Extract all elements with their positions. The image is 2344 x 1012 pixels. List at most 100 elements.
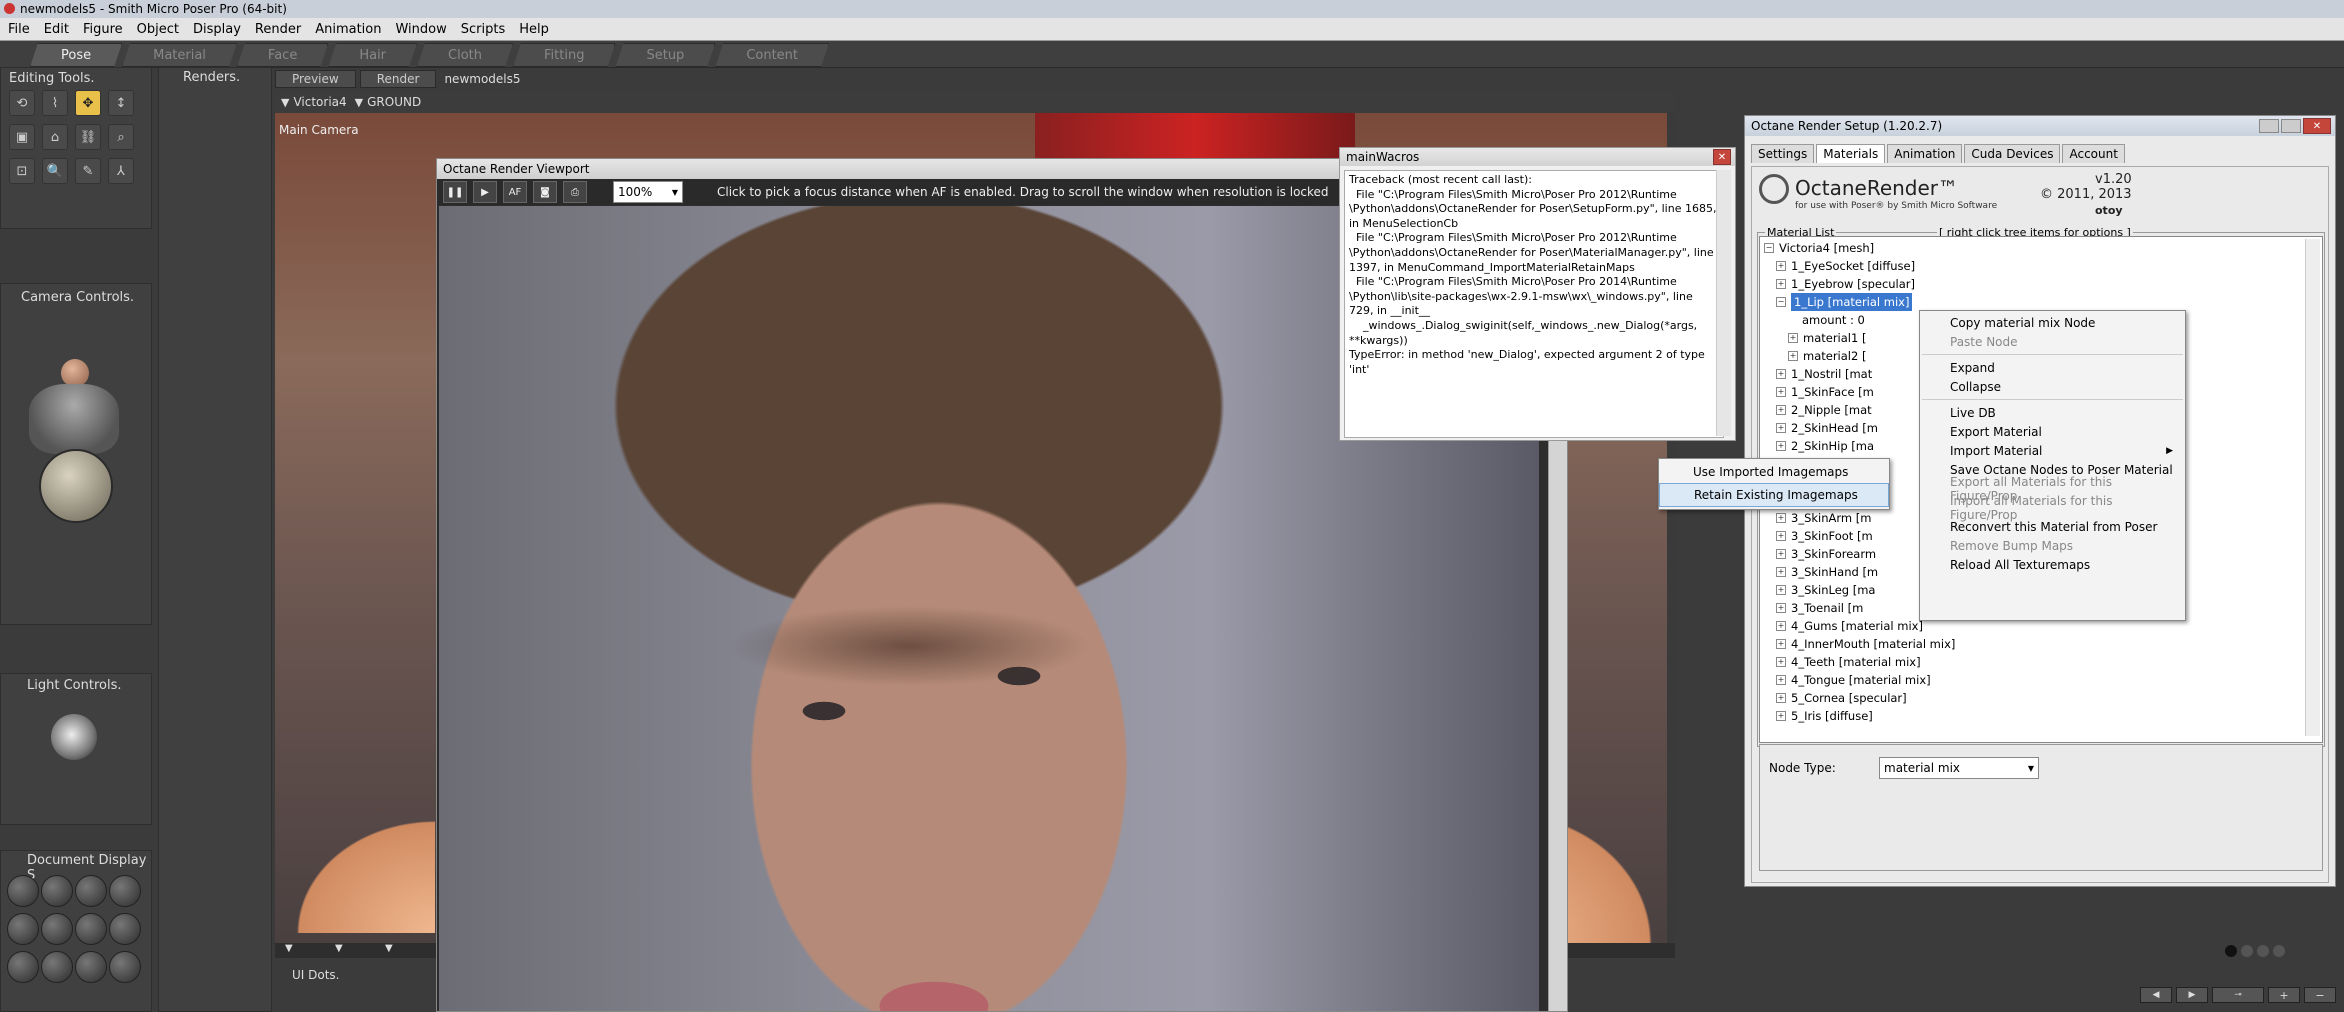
save-image-icon[interactable]: ⎙ [563, 181, 587, 203]
room-tab-hair[interactable]: Hair [328, 43, 417, 67]
dot-icon[interactable] [2257, 944, 2269, 957]
view-magnifier-icon[interactable]: 🔍 [42, 158, 68, 184]
context-menu-item[interactable]: Live DB [1920, 403, 2185, 422]
expand-icon[interactable]: + [1776, 513, 1786, 523]
tab-cuda-devices[interactable]: Cuda Devices [1964, 144, 2061, 163]
menu-retain-existing-imagemaps[interactable]: Retain Existing Imagemaps [1659, 483, 1889, 507]
expand-icon[interactable]: + [1776, 279, 1786, 289]
viewport-layout-arrow-icon[interactable]: ▼ [335, 943, 343, 954]
display-style-outline-icon[interactable] [41, 875, 73, 907]
tab-materials[interactable]: Materials [1816, 144, 1886, 163]
tree-item[interactable]: +4_Tongue [material mix] [1764, 671, 1955, 689]
context-menu-item[interactable]: Import all Materials for this Figure/Pro… [1920, 494, 2185, 522]
tree-item[interactable]: +4_Teeth [material mix] [1764, 653, 1955, 671]
expand-icon[interactable]: + [1776, 549, 1786, 559]
viewport-menu-arrow-icon[interactable]: ▼ [285, 943, 293, 954]
tree-item[interactable]: − Victoria4 [mesh] [1764, 239, 1955, 257]
grouping-tool-icon[interactable]: ⊡ [9, 158, 35, 184]
zoom-select[interactable]: 100% ▼ [613, 181, 683, 203]
menu-edit[interactable]: Edit [44, 22, 69, 37]
expand-icon[interactable]: + [1788, 351, 1798, 361]
node-type-select[interactable]: material mix ▼ [1879, 757, 2039, 779]
expand-icon[interactable]: + [1776, 621, 1786, 631]
tab-render[interactable]: Render [359, 70, 437, 88]
display-style-silhouette-icon[interactable] [7, 875, 39, 907]
tab-animation[interactable]: Animation [1887, 144, 1963, 163]
room-tab-material[interactable]: Material [122, 43, 237, 67]
expand-icon[interactable]: + [1776, 423, 1786, 433]
tab-account[interactable]: Account [2062, 144, 2125, 163]
expand-icon[interactable]: + [1776, 657, 1786, 667]
context-menu-item[interactable]: Reload All Texturemaps [1920, 555, 2185, 574]
rotate-tool-icon[interactable]: ⟲ [9, 90, 35, 116]
expand-icon[interactable]: + [1776, 387, 1786, 397]
camera-icon[interactable]: ◙ [533, 181, 557, 203]
twist-tool-icon[interactable]: ⌇ [42, 90, 68, 116]
camera-head-icon[interactable] [61, 359, 89, 387]
display-style-flat-lined-icon[interactable] [75, 913, 107, 945]
minimize-button[interactable] [2259, 119, 2279, 133]
figure-selector[interactable]: Victoria4 [293, 95, 346, 109]
camera-label[interactable]: Main Camera [279, 123, 359, 137]
record-icon[interactable] [2225, 944, 2237, 957]
pause-button[interactable]: ❚❚ [443, 181, 467, 203]
tree-item[interactable]: +1_Eyebrow [specular] [1764, 275, 1955, 293]
expand-icon[interactable]: + [1776, 531, 1786, 541]
maximize-button[interactable] [2281, 119, 2301, 133]
context-menu-item[interactable]: Copy material mix Node [1920, 313, 2185, 332]
tab-preview[interactable]: Preview [275, 70, 356, 88]
expand-icon[interactable]: + [1776, 405, 1786, 415]
tab-settings[interactable]: Settings [1751, 144, 1815, 163]
menu-display[interactable]: Display [193, 22, 241, 37]
collapse-icon[interactable]: − [1764, 243, 1774, 253]
af-button[interactable]: AF [503, 181, 527, 203]
display-style-smooth-shaded-icon[interactable] [7, 951, 39, 983]
display-style-wireframe-icon[interactable] [75, 875, 107, 907]
previous-frame-icon[interactable]: ◀ [2140, 987, 2172, 1003]
figure-dropdown-arrow-icon[interactable]: ▼ [281, 96, 289, 109]
translate-tool-icon[interactable]: ✥ [75, 90, 101, 116]
expand-icon[interactable]: + [1776, 585, 1786, 595]
light-sphere-icon[interactable] [51, 714, 97, 760]
color-tool-icon[interactable]: ⌕ [108, 124, 134, 150]
context-menu-item[interactable]: Expand [1920, 358, 2185, 377]
display-style-cartoon-icon[interactable] [109, 913, 141, 945]
material-tree-scrollbar[interactable] [2305, 239, 2320, 736]
expand-icon[interactable]: + [1788, 333, 1798, 343]
room-tab-setup[interactable]: Setup [615, 43, 715, 67]
close-icon[interactable]: ✕ [1713, 149, 1731, 165]
display-style-texture-icon[interactable] [75, 951, 107, 983]
camera-trackball-icon[interactable] [39, 449, 113, 523]
context-menu-item[interactable]: Reconvert this Material from Poser [1920, 517, 2185, 536]
room-tab-face[interactable]: Face [237, 43, 328, 67]
expand-icon[interactable]: + [1776, 639, 1786, 649]
menu-use-imported-imagemaps[interactable]: Use Imported Imagemaps [1659, 461, 1889, 483]
menu-window[interactable]: Window [395, 22, 446, 37]
scale-tool-icon[interactable]: ▣ [9, 124, 35, 150]
tree-item[interactable]: +5_Iris [diffuse] [1764, 707, 1955, 725]
actor-selector[interactable]: GROUND [367, 95, 421, 109]
display-style-smooth-lined-icon[interactable] [41, 951, 73, 983]
context-menu-item[interactable]: Paste Node [1920, 332, 2185, 351]
translate-in-out-icon[interactable]: ↕ [108, 90, 134, 116]
menu-help[interactable]: Help [519, 22, 549, 37]
morphing-tool-icon[interactable]: ✎ [75, 158, 101, 184]
display-style-flat-shaded-icon[interactable] [41, 913, 73, 945]
menu-scripts[interactable]: Scripts [461, 22, 505, 37]
direct-manipulation-icon[interactable]: ⅄ [108, 158, 134, 184]
wacros-scrollbar[interactable] [1716, 170, 1731, 436]
context-menu-item[interactable]: Remove Bump Maps [1920, 536, 2185, 555]
add-key-icon[interactable]: + [2268, 987, 2300, 1003]
context-menu-item[interactable]: Export Material [1920, 422, 2185, 441]
room-tab-content[interactable]: Content [715, 43, 829, 67]
expand-icon[interactable]: + [1776, 261, 1786, 271]
menu-figure[interactable]: Figure [83, 22, 123, 37]
play-button[interactable]: ▶ [473, 181, 497, 203]
menu-render[interactable]: Render [255, 22, 301, 37]
dot-icon[interactable] [2241, 944, 2253, 957]
menu-animation[interactable]: Animation [315, 22, 381, 37]
collapse-icon[interactable]: − [1776, 297, 1786, 307]
close-icon[interactable]: ✕ [2303, 118, 2331, 134]
context-menu-item[interactable]: Collapse [1920, 377, 2185, 396]
camera-body-icon[interactable] [29, 384, 119, 454]
